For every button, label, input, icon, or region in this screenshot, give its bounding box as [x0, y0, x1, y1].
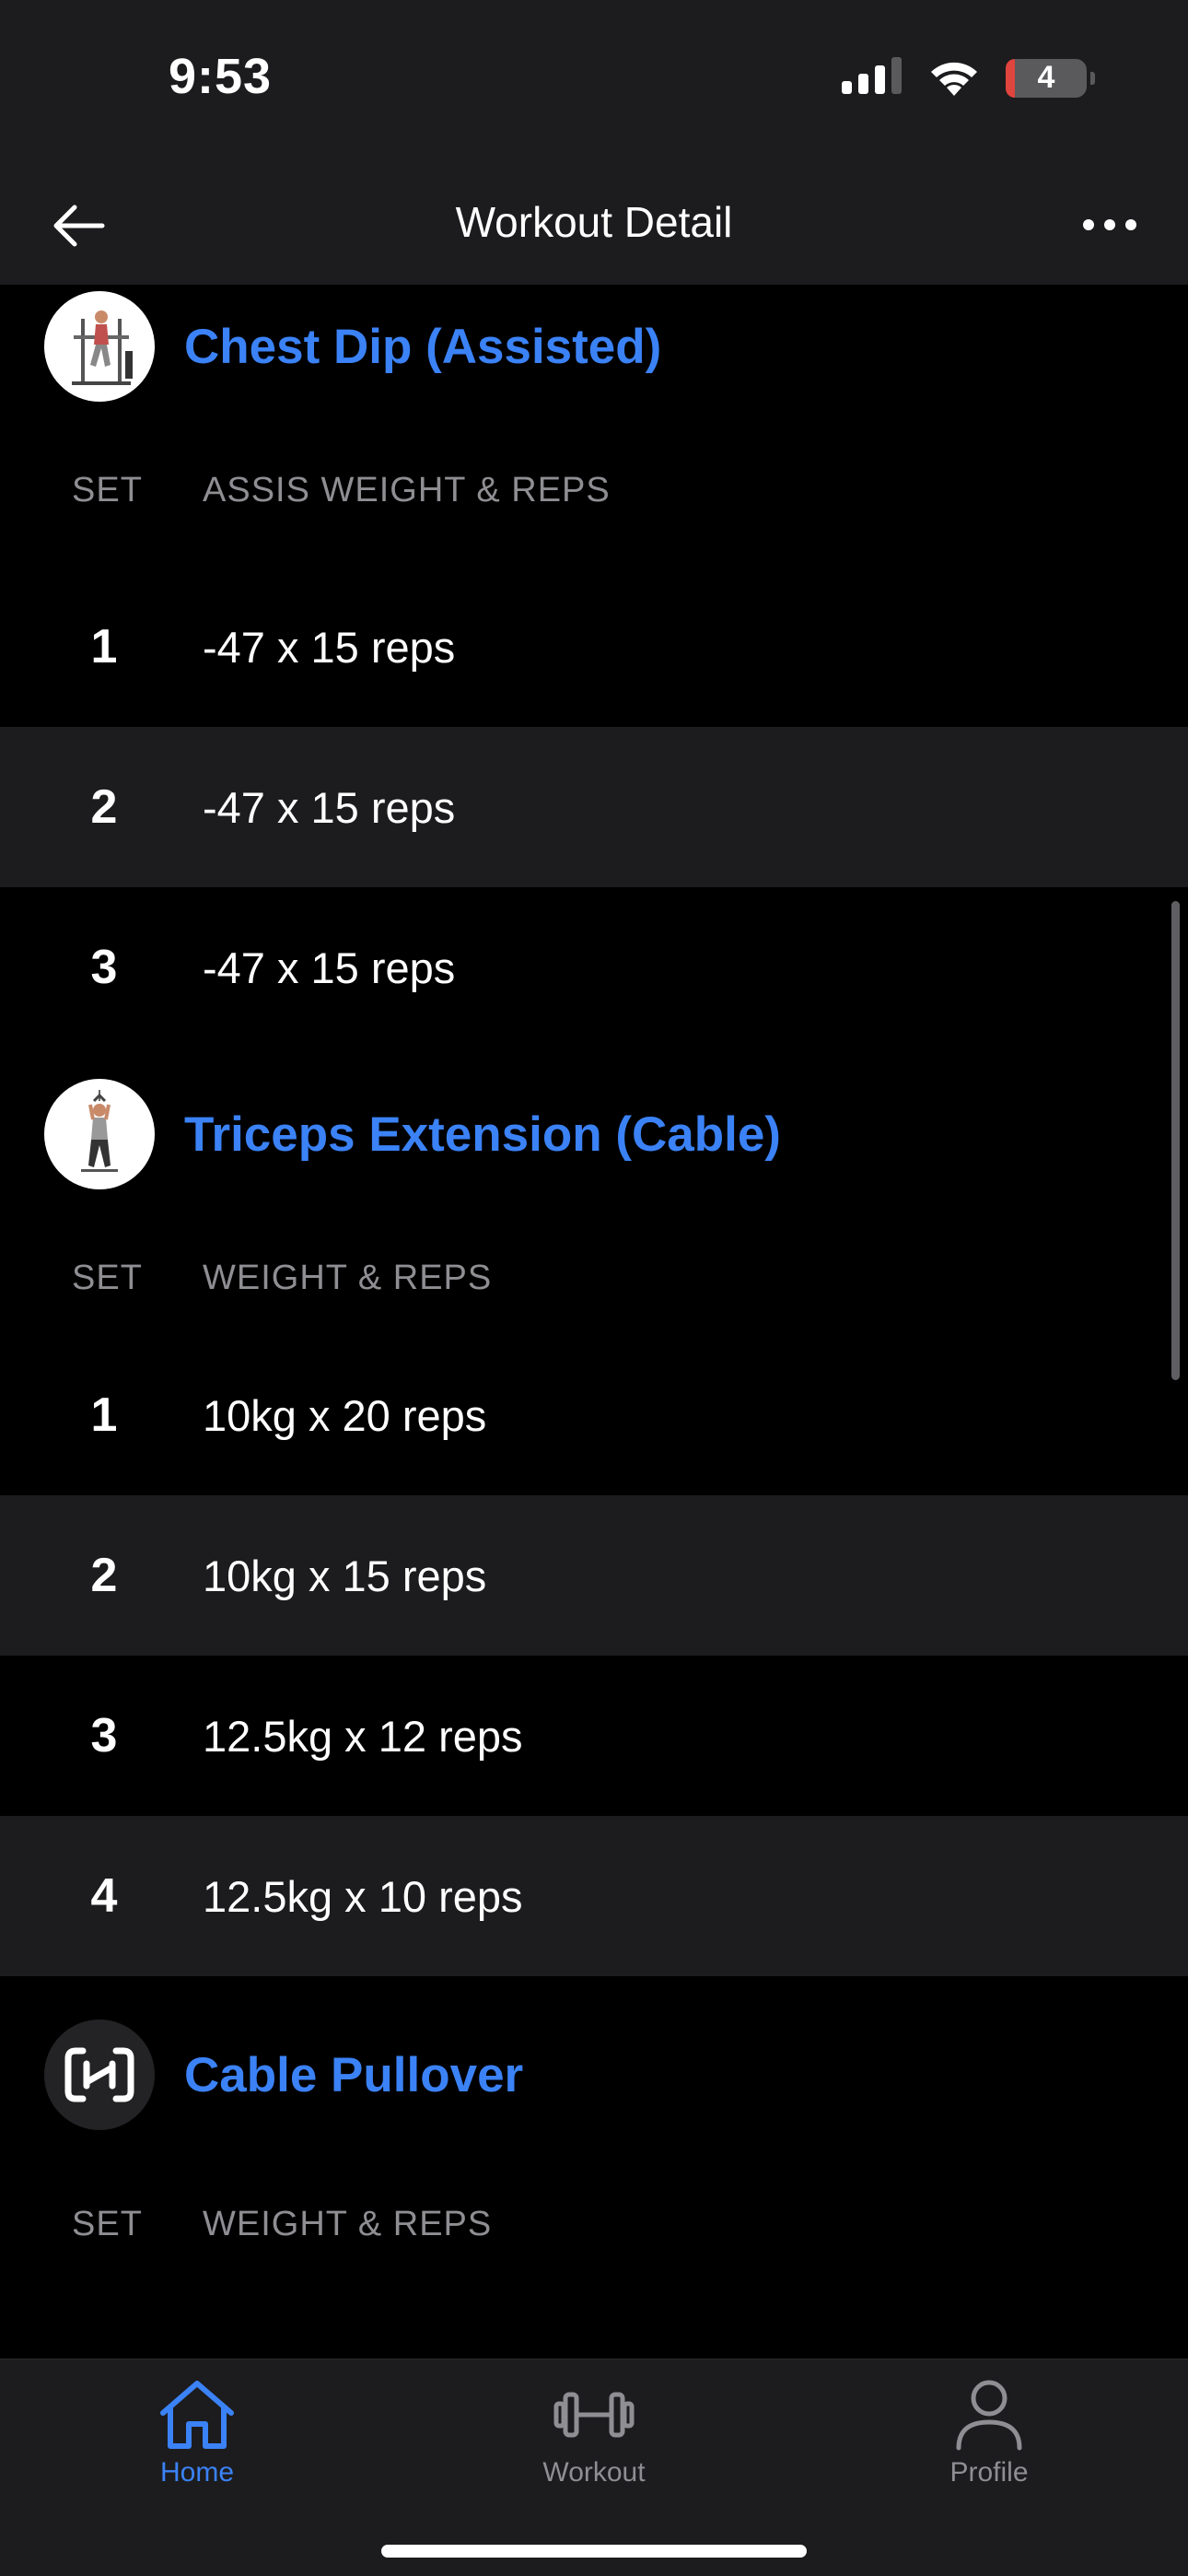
column-headers: SET WEIGHT & REPS: [0, 2173, 1188, 2275]
value-column-header: ASSIS WEIGHT & REPS: [203, 470, 611, 509]
exercise-header[interactable]: Chest Dip (Assisted): [0, 279, 1188, 414]
value-column-header: WEIGHT & REPS: [203, 2204, 493, 2243]
exercise-thumbnail: [44, 1079, 155, 1189]
set-column-header: SET: [72, 2204, 143, 2243]
set-value: -47 x 15 reps: [203, 943, 456, 992]
set-row: 1 -47 x 15 reps: [0, 567, 1188, 727]
tab-label: Workout: [542, 2457, 646, 2488]
home-icon: [160, 2381, 234, 2449]
set-value: 10kg x 15 reps: [203, 1551, 487, 1600]
workout-content: Chest Dip (Assisted) SET ASSIS WEIGHT & …: [0, 285, 1188, 2275]
signal-icon: [842, 57, 903, 99]
set-column-header: SET: [72, 470, 143, 509]
header: 9:53 4 Workout Detail: [0, 0, 1188, 285]
exercise-name[interactable]: Chest Dip (Assisted): [184, 319, 661, 375]
column-headers: SET ASSIS WEIGHT & REPS: [0, 414, 1188, 567]
set-value: 12.5kg x 12 reps: [203, 1711, 523, 1761]
set-number: 2: [90, 1549, 118, 1602]
set-number: 1: [90, 1388, 118, 1442]
status-icons: 4: [842, 55, 1095, 100]
tab-label: Profile: [949, 2457, 1029, 2488]
tab-workout[interactable]: Workout: [493, 2378, 695, 2488]
exercise-thumbnail: [44, 291, 155, 402]
exercise-name[interactable]: Triceps Extension (Cable): [184, 1107, 781, 1163]
set-row: 3 12.5kg x 12 reps: [0, 1656, 1188, 1816]
set-column-header: SET: [72, 1258, 143, 1297]
column-headers: SET WEIGHT & REPS: [0, 1221, 1188, 1335]
set-row: 3 -47 x 15 reps: [0, 887, 1188, 1048]
set-value: 10kg x 20 reps: [203, 1390, 487, 1440]
exercise-header[interactable]: Cable Pullover: [0, 1976, 1188, 2173]
set-row: 2 -47 x 15 reps: [0, 727, 1188, 887]
set-row: 1 10kg x 20 reps: [0, 1335, 1188, 1495]
home-indicator: [381, 2545, 807, 2558]
value-column-header: WEIGHT & REPS: [203, 1258, 493, 1297]
set-number: 3: [90, 1709, 118, 1762]
wifi-icon: [926, 55, 982, 100]
triceps-extension-icon: [81, 1090, 118, 1172]
set-value: -47 x 15 reps: [203, 622, 456, 672]
status-time: 9:53: [169, 49, 273, 104]
person-icon: [956, 2380, 1022, 2451]
tab-profile[interactable]: Profile: [888, 2378, 1090, 2488]
set-row: 4 12.5kg x 10 reps: [0, 1816, 1188, 1976]
scrollbar[interactable]: [1171, 901, 1180, 1380]
more-options-button[interactable]: [1077, 197, 1142, 252]
battery-icon: 4: [1006, 58, 1095, 98]
set-row: 2 10kg x 15 reps: [0, 1495, 1188, 1656]
exercise-header[interactable]: Triceps Extension (Cable): [0, 1048, 1188, 1221]
set-number: 4: [90, 1869, 118, 1923]
dumbbell-icon: [553, 2392, 635, 2438]
set-number: 3: [90, 941, 118, 994]
battery-level: 4: [1037, 60, 1055, 95]
set-number: 1: [90, 620, 118, 673]
tab-bar: Home Workout Profile: [0, 2359, 1188, 2576]
exercise-name[interactable]: Cable Pullover: [184, 2047, 523, 2103]
app-screen: 9:53 4 Workout Detail Chest Dip (Assiste…: [0, 0, 1188, 2576]
set-value: 12.5kg x 10 reps: [203, 1871, 523, 1921]
exercise-thumbnail: [44, 2020, 155, 2130]
set-number: 2: [90, 780, 118, 834]
page-title: Workout Detail: [455, 198, 733, 246]
tab-home[interactable]: Home: [96, 2378, 298, 2488]
tab-label: Home: [159, 2457, 235, 2488]
more-icon: [1083, 219, 1136, 230]
set-value: -47 x 15 reps: [203, 782, 456, 832]
app-logo-icon: [64, 2047, 134, 2102]
chest-dip-machine-icon: [72, 310, 133, 385]
